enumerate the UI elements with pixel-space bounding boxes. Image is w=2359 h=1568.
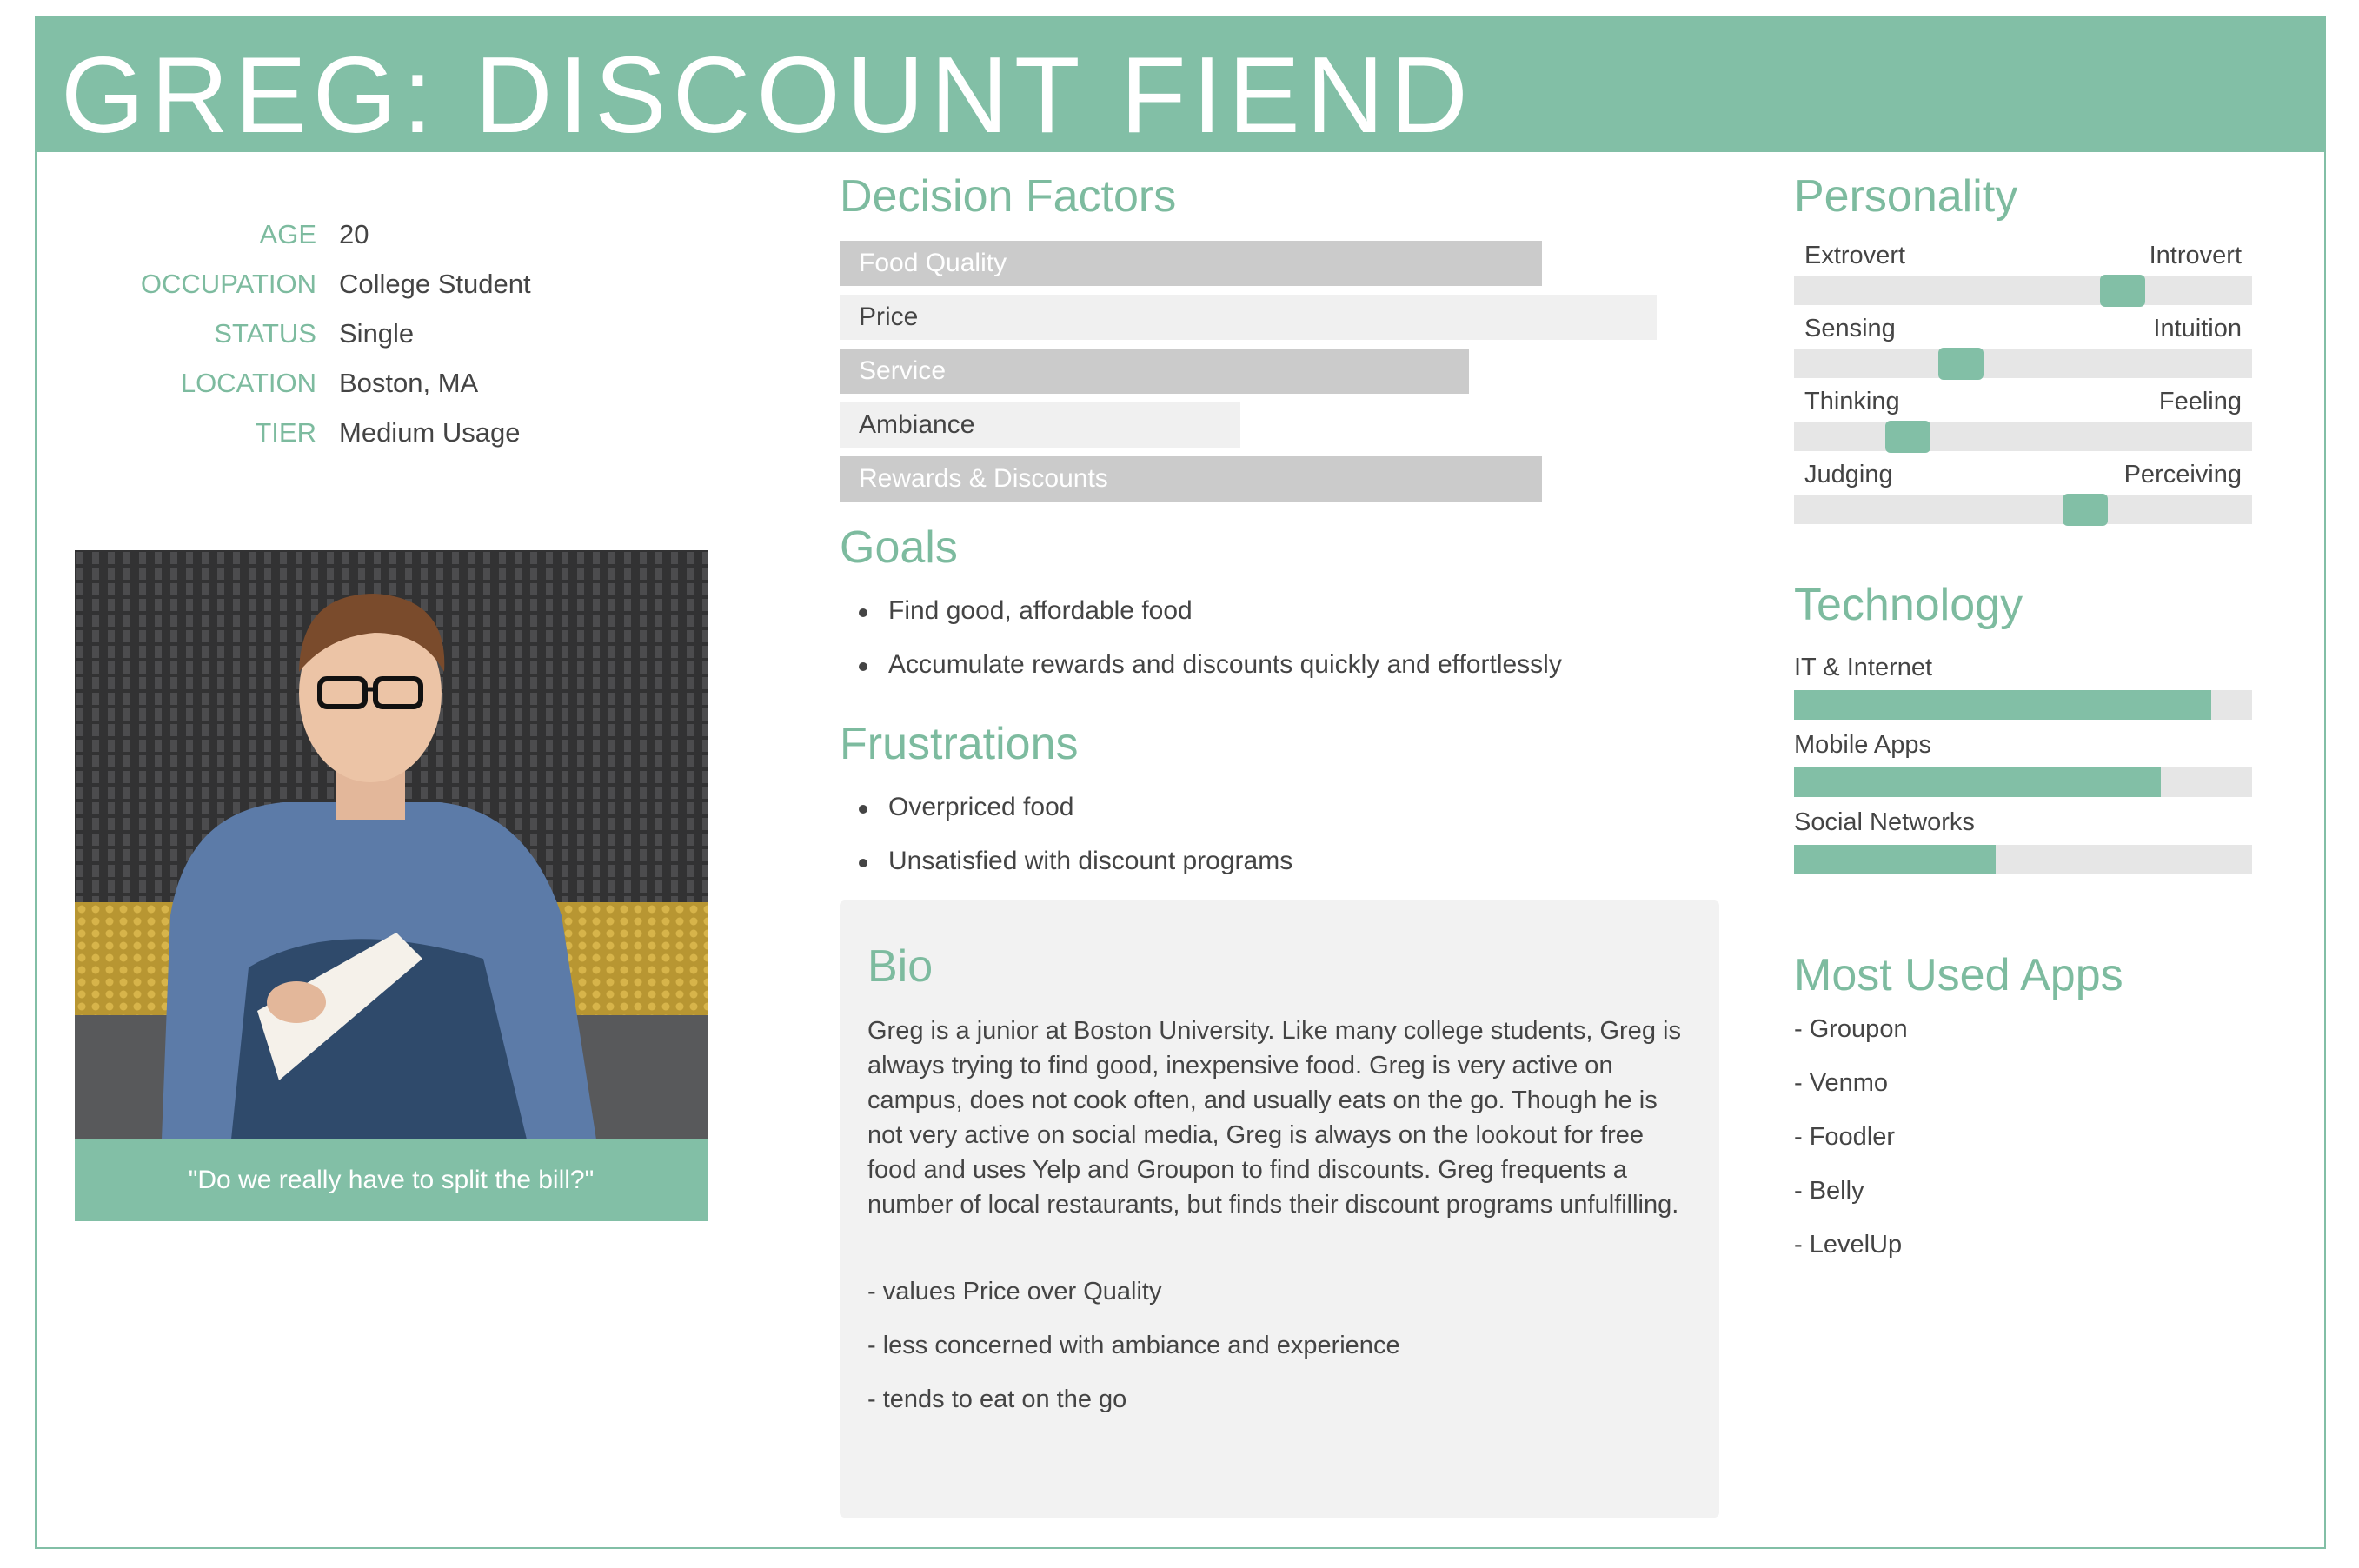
trait-left-label: Sensing <box>1804 315 1896 342</box>
page-title: GREG: DISCOUNT FIEND <box>61 36 1474 156</box>
bio-heading: Bio <box>867 941 934 992</box>
technology-fill <box>1794 845 1996 874</box>
decision-factor-bar: Rewards & Discounts <box>840 456 1542 502</box>
profile-value: Medium Usage <box>339 417 521 448</box>
list-item: Unsatisfied with discount programs <box>840 847 1292 900</box>
persona-quote: "Do we really have to split the bill?" <box>75 1139 708 1221</box>
trait-marker <box>2063 494 2108 526</box>
technology-fill <box>1794 690 2211 720</box>
bio-note: - less concerned with ambiance and exper… <box>867 1332 1400 1359</box>
personality-heading: Personality <box>1794 171 2018 222</box>
profile-label: AGE <box>259 219 316 249</box>
profile-label: LOCATION <box>180 368 316 398</box>
profile-value: Single <box>339 318 415 349</box>
technology-track <box>1794 845 2252 874</box>
frustrations-heading: Frustrations <box>840 719 1079 769</box>
trait-marker <box>1885 421 1930 453</box>
trait-right-label: Feeling <box>2158 388 2242 415</box>
list-item: - Venmo <box>1794 1069 1888 1097</box>
bio-note: - tends to eat on the go <box>867 1385 1127 1413</box>
technology-track <box>1794 767 2252 797</box>
profile-value: Boston, MA <box>339 368 479 398</box>
technology-label: Social Networks <box>1794 808 1975 836</box>
trait-left-label: Judging <box>1804 461 1893 488</box>
trait-marker <box>1938 348 1984 380</box>
list-item: Find good, affordable food <box>840 596 1562 650</box>
profile-label: STATUS <box>214 318 316 349</box>
trait-right-label: Introvert <box>2149 242 2242 269</box>
trait-right-label: Intuition <box>2153 315 2242 342</box>
profile-label: OCCUPATION <box>140 269 316 299</box>
list-item: - Groupon <box>1794 1015 1908 1043</box>
list-item: Overpriced food <box>840 793 1292 847</box>
trait-track <box>1794 275 2252 307</box>
list-item: - Belly <box>1794 1177 1864 1205</box>
persona-photo <box>75 550 708 1139</box>
apps-heading: Most Used Apps <box>1794 950 2123 1000</box>
technology-heading: Technology <box>1794 580 2023 630</box>
profile-value: College Student <box>339 269 531 299</box>
trait-left-label: Extrovert <box>1804 242 1906 269</box>
trait-track <box>1794 348 2252 380</box>
trait-track <box>1794 494 2252 526</box>
frustrations-list: Overpriced food Unsatisfied with discoun… <box>840 793 1292 900</box>
goals-list: Find good, affordable food Accumulate re… <box>840 596 1562 704</box>
decision-factor-bar: Service <box>840 349 1469 394</box>
technology-track <box>1794 690 2252 720</box>
decision-factor-bar: Price <box>840 295 1657 340</box>
decision-factor-bar: Ambiance <box>840 402 1240 448</box>
trait-track <box>1794 421 2252 453</box>
bio-panel: Bio Greg is a junior at Boston Universit… <box>840 900 1719 1518</box>
goals-heading: Goals <box>840 522 958 573</box>
list-item: - Foodler <box>1794 1123 1896 1151</box>
list-item: Accumulate rewards and discounts quickly… <box>840 650 1562 704</box>
trait-left-label: Thinking <box>1804 388 1900 415</box>
person-illustration <box>75 550 708 1139</box>
technology-label: Mobile Apps <box>1794 731 1931 759</box>
list-item: - LevelUp <box>1794 1231 1903 1259</box>
apps-list: - Groupon - Venmo - Foodler - Belly - Le… <box>1794 1015 1908 1285</box>
decision-factor-bar: Food Quality <box>840 241 1542 286</box>
profile-label: TIER <box>255 417 316 448</box>
profile-value: 20 <box>339 219 369 249</box>
bio-text: Greg is a junior at Boston University. L… <box>867 1017 1681 1219</box>
decision-factors-heading: Decision Factors <box>840 171 1177 222</box>
technology-label: IT & Internet <box>1794 654 1933 681</box>
trait-marker <box>2100 275 2145 307</box>
technology-fill <box>1794 767 2161 797</box>
trait-right-label: Perceiving <box>2123 461 2242 488</box>
bio-note: - values Price over Quality <box>867 1278 1162 1306</box>
header-banner: GREG: DISCOUNT FIEND <box>35 16 2326 152</box>
